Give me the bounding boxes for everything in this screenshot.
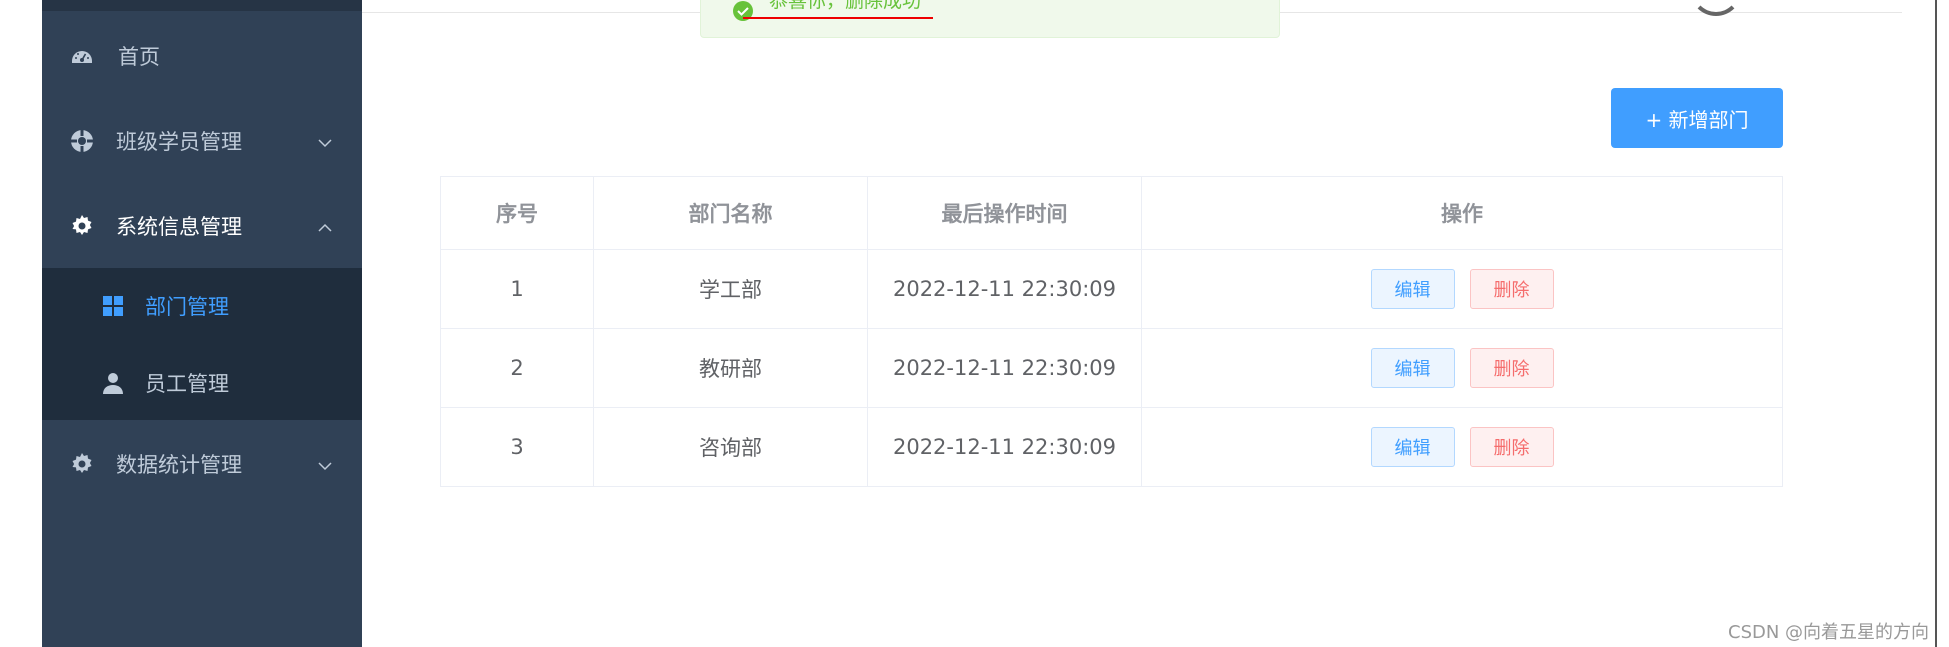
- add-department-button[interactable]: + 新增部门: [1611, 88, 1783, 148]
- dashboard-icon: [70, 44, 94, 68]
- edit-button[interactable]: 编辑: [1370, 427, 1455, 467]
- toast-message: 恭喜你，删除成功: [769, 0, 922, 12]
- gear-icon: [70, 452, 94, 476]
- sidebar-item-system-info[interactable]: 系统信息管理: [42, 196, 362, 256]
- edit-button[interactable]: 编辑: [1370, 348, 1455, 388]
- delete-button[interactable]: 删除: [1469, 269, 1554, 309]
- cell-actions: 编辑 删除: [1142, 329, 1782, 407]
- success-toast: 恭喜你，删除成功: [700, 0, 1280, 38]
- submenu-system-info: 部门管理 员工管理: [42, 268, 362, 420]
- cell-index: 2: [441, 329, 594, 407]
- delete-button[interactable]: 删除: [1469, 348, 1554, 388]
- table-header-row: 序号 部门名称 最后操作时间 操作: [441, 177, 1782, 250]
- chevron-up-icon: [318, 214, 332, 238]
- column-header-actions: 操作: [1441, 202, 1483, 226]
- cell-time: 2022-12-11 22:30:09: [868, 408, 1142, 486]
- avatar[interactable]: [1690, 0, 1742, 16]
- column-header-time: 最后操作时间: [868, 177, 1142, 249]
- cell-index: 3: [441, 408, 594, 486]
- annotation-underline: [743, 17, 933, 19]
- window-edge: [1935, 0, 1937, 647]
- sidebar-item-department[interactable]: 部门管理: [42, 276, 362, 336]
- sidebar-item-label: 部门管理: [145, 295, 229, 319]
- sidebar-item-data-stats[interactable]: 数据统计管理: [42, 434, 362, 494]
- app-root: 首页 班级学员管理 系统信息管理 部门管理 员工管理 数据统计管理 恭喜你，删除…: [0, 0, 1949, 647]
- column-header-index: 序号: [441, 177, 594, 249]
- sidebar-item-label: 首页: [118, 45, 160, 69]
- cell-name: 咨询部: [594, 408, 868, 486]
- sidebar-item-employee[interactable]: 员工管理: [42, 353, 362, 413]
- cell-name: 教研部: [594, 329, 868, 407]
- sidebar-item-label: 员工管理: [145, 372, 229, 396]
- cell-time: 2022-12-11 22:30:09: [868, 329, 1142, 407]
- gear-icon: [70, 214, 94, 238]
- compass-icon: [70, 129, 94, 153]
- chevron-down-icon: [318, 129, 332, 153]
- cell-name: 学工部: [594, 250, 868, 328]
- sidebar-item-label: 数据统计管理: [116, 453, 242, 477]
- sidebar-item-label: 班级学员管理: [116, 130, 242, 154]
- cell-index: 1: [441, 250, 594, 328]
- cell-time: 2022-12-11 22:30:09: [868, 250, 1142, 328]
- sidebar: 首页 班级学员管理 系统信息管理 部门管理 员工管理 数据统计管理: [42, 0, 362, 647]
- sidebar-item-home[interactable]: 首页: [42, 26, 362, 86]
- department-table: 序号 部门名称 最后操作时间 操作 1 学工部 2022-12-11 22:30…: [440, 176, 1783, 487]
- column-header-name: 部门名称: [594, 177, 868, 249]
- table-row: 3 咨询部 2022-12-11 22:30:09 编辑 删除: [441, 408, 1782, 486]
- cell-actions: 编辑 删除: [1142, 250, 1782, 328]
- sidebar-logo-strip: [42, 0, 362, 11]
- user-icon: [102, 372, 124, 394]
- watermark: CSDN @向着五星的方向: [1728, 622, 1930, 643]
- cell-actions: 编辑 删除: [1142, 408, 1782, 486]
- table-row: 1 学工部 2022-12-11 22:30:09 编辑 删除: [441, 250, 1782, 329]
- grid-icon: [102, 295, 124, 317]
- sidebar-item-label: 系统信息管理: [116, 215, 242, 239]
- table-row: 2 教研部 2022-12-11 22:30:09 编辑 删除: [441, 329, 1782, 408]
- delete-button[interactable]: 删除: [1469, 427, 1554, 467]
- chevron-down-icon: [318, 452, 332, 476]
- sidebar-item-class-students[interactable]: 班级学员管理: [42, 111, 362, 171]
- edit-button[interactable]: 编辑: [1370, 269, 1455, 309]
